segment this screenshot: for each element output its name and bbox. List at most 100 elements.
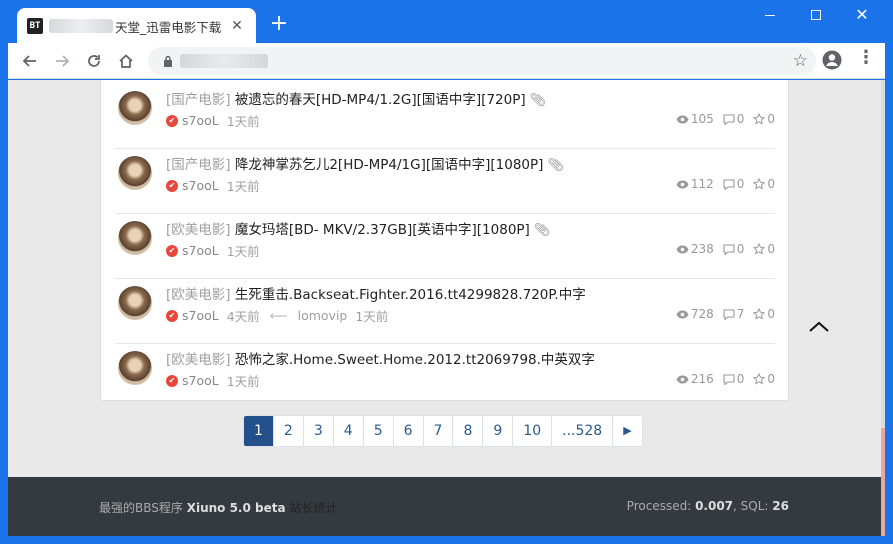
page-link[interactable]: 9 bbox=[482, 416, 513, 446]
views-count: 216 bbox=[690, 372, 714, 386]
thread-meta: ✔ s7ooL 1天前 bbox=[166, 241, 260, 260]
home-icon bbox=[119, 53, 133, 68]
views-stat: 112 bbox=[676, 177, 714, 191]
avatar[interactable] bbox=[118, 286, 152, 320]
page-link[interactable]: 2 bbox=[272, 416, 303, 446]
replies-count: 0 bbox=[736, 112, 745, 126]
thread-category[interactable]: [国产电影] bbox=[166, 92, 231, 108]
avatar[interactable] bbox=[118, 91, 152, 125]
thread-author[interactable]: s7ooL bbox=[182, 243, 219, 258]
page-link[interactable]: ...528 bbox=[551, 416, 613, 446]
thread-category[interactable]: [欧美电影] bbox=[166, 352, 231, 368]
footer: 最强的BBS程序 Xiuno 5.0 beta 站长统计 Processed: … bbox=[8, 477, 881, 536]
next-page-icon[interactable]: ▶ bbox=[612, 416, 642, 446]
browser-toolbar: ☆ ⋮ bbox=[8, 43, 885, 79]
thread-author[interactable]: s7ooL bbox=[182, 308, 219, 323]
page-link[interactable]: 8 bbox=[452, 416, 483, 446]
verified-badge-icon: ✔ bbox=[166, 244, 178, 257]
page-link[interactable]: 1 bbox=[244, 416, 273, 446]
minimize-icon bbox=[765, 14, 775, 16]
thread-row[interactable]: [国产电影] 被遗忘的春天[HD-MP4/1.2G][国语中字][720P] 📎︎… bbox=[115, 84, 775, 149]
views-count: 238 bbox=[690, 242, 714, 256]
minimize-button[interactable] bbox=[747, 0, 793, 30]
thread-category[interactable]: [欧美电影] bbox=[166, 222, 231, 238]
page-link[interactable]: 6 bbox=[392, 416, 423, 446]
thread-author[interactable]: s7ooL bbox=[182, 373, 219, 388]
footer-product-link[interactable]: Xiuno 5.0 beta bbox=[187, 501, 286, 515]
thread-time: 1天前 bbox=[226, 244, 260, 259]
processed-value: 0.007 bbox=[695, 499, 734, 513]
views-stat: 238 bbox=[676, 242, 714, 256]
last-reply-user[interactable]: lomovip bbox=[298, 308, 348, 323]
back-to-top-button[interactable] bbox=[808, 316, 830, 338]
thread-title[interactable]: 被遗忘的春天[HD-MP4/1.2G][国语中字][720P] bbox=[235, 92, 526, 108]
page-link[interactable]: 10 bbox=[512, 416, 552, 446]
scrollbar-thumb[interactable] bbox=[881, 428, 885, 536]
comment-icon bbox=[723, 243, 735, 255]
close-window-button[interactable]: ✕ bbox=[839, 0, 885, 30]
forward-button[interactable] bbox=[46, 45, 78, 77]
views-stat: 728 bbox=[676, 307, 714, 321]
thread-title[interactable]: 魔女玛塔[BD- MKV/2.37GB][英语中字][1080P] bbox=[235, 222, 530, 238]
sql-label: , SQL: bbox=[733, 499, 769, 513]
close-icon: ✕ bbox=[855, 5, 869, 24]
thread-stats: 728 7 0 bbox=[667, 307, 775, 321]
thread-meta: ✔ s7ooL 4天前 ⟵ lomovip 1天前 bbox=[166, 306, 388, 325]
views-stat: 105 bbox=[676, 112, 714, 126]
thread-author[interactable]: s7ooL bbox=[182, 113, 219, 128]
new-tab-button[interactable]: + bbox=[268, 13, 290, 35]
pagination: 1 2 3 4 5 6 7 8 9 10 ...528 ▶ bbox=[243, 415, 643, 447]
processed-label: Processed: bbox=[626, 499, 692, 513]
avatar[interactable] bbox=[118, 221, 152, 255]
page-content: [国产电影] 被遗忘的春天[HD-MP4/1.2G][国语中字][720P] 📎︎… bbox=[8, 80, 881, 477]
address-bar[interactable]: ☆ bbox=[148, 47, 816, 75]
footer-processing-info: Processed: 0.007, SQL: 26 bbox=[627, 499, 789, 513]
site-stats-link[interactable]: 站长统计 bbox=[289, 501, 337, 515]
thread-title-line: [欧美电影] 生死重击.Backseat.Fighter.2016.tt4299… bbox=[166, 283, 586, 303]
thread-stats: 112 0 0 bbox=[667, 177, 775, 191]
back-button[interactable] bbox=[14, 45, 46, 77]
likes-stat: 0 bbox=[753, 242, 775, 256]
thread-row[interactable]: [国产电影] 降龙神掌苏乞儿2[HD-MP4/1G][国语中字][1080P] 📎… bbox=[115, 149, 775, 214]
likes-count: 0 bbox=[767, 307, 775, 321]
tab-close-icon[interactable]: ✕ bbox=[228, 17, 246, 35]
thread-row[interactable]: [欧美电影] 魔女玛塔[BD- MKV/2.37GB][英语中字][1080P]… bbox=[115, 214, 775, 279]
replies-stat: 0 bbox=[723, 372, 744, 386]
replies-count: 7 bbox=[736, 307, 745, 321]
likes-count: 0 bbox=[767, 112, 775, 126]
thread-title[interactable]: 生死重击.Backseat.Fighter.2016.tt4299828.720… bbox=[235, 287, 586, 303]
profile-avatar-icon[interactable] bbox=[822, 50, 842, 74]
thread-category[interactable]: [欧美电影] bbox=[166, 287, 231, 303]
page-link[interactable]: 3 bbox=[302, 416, 333, 446]
avatar[interactable] bbox=[118, 351, 152, 385]
eye-icon bbox=[676, 180, 689, 188]
thread-title-line: [欧美电影] 魔女玛塔[BD- MKV/2.37GB][英语中字][1080P]… bbox=[166, 218, 550, 238]
verified-badge-icon: ✔ bbox=[166, 179, 178, 192]
url-redacted bbox=[180, 54, 268, 68]
thread-category[interactable]: [国产电影] bbox=[166, 157, 231, 173]
browser-menu-icon[interactable]: ⋮ bbox=[854, 47, 878, 68]
replies-stat: 0 bbox=[723, 242, 744, 256]
replies-stat: 7 bbox=[723, 307, 745, 321]
reload-icon bbox=[88, 54, 100, 67]
thread-row[interactable]: [欧美电影] 恐怖之家.Home.Sweet.Home.2012.tt20697… bbox=[115, 344, 775, 409]
page-link[interactable]: 4 bbox=[332, 416, 363, 446]
thread-row[interactable]: [欧美电影] 生死重击.Backseat.Fighter.2016.tt4299… bbox=[115, 279, 775, 344]
star-icon bbox=[753, 243, 766, 255]
bookmark-star-icon[interactable]: ☆ bbox=[793, 51, 808, 71]
replies-count: 0 bbox=[736, 177, 745, 191]
thread-stats: 105 0 0 bbox=[667, 112, 775, 126]
page-link[interactable]: 7 bbox=[422, 416, 453, 446]
tab-title-redacted bbox=[49, 19, 113, 33]
browser-tab[interactable]: BT 天堂_迅雷电影下载 ✕ bbox=[17, 8, 256, 44]
maximize-icon bbox=[811, 10, 821, 20]
page-link[interactable]: 5 bbox=[362, 416, 393, 446]
maximize-button[interactable] bbox=[793, 0, 839, 30]
reload-button[interactable] bbox=[78, 45, 110, 77]
thread-title[interactable]: 降龙神掌苏乞儿2[HD-MP4/1G][国语中字][1080P] bbox=[235, 157, 544, 173]
thread-title[interactable]: 恐怖之家.Home.Sweet.Home.2012.tt2069798.中英双字 bbox=[235, 352, 595, 368]
thread-author[interactable]: s7ooL bbox=[182, 178, 219, 193]
avatar[interactable] bbox=[118, 156, 152, 190]
home-button[interactable] bbox=[110, 45, 142, 77]
thread-title-line: [国产电影] 被遗忘的春天[HD-MP4/1.2G][国语中字][720P] 📎︎ bbox=[166, 88, 546, 108]
